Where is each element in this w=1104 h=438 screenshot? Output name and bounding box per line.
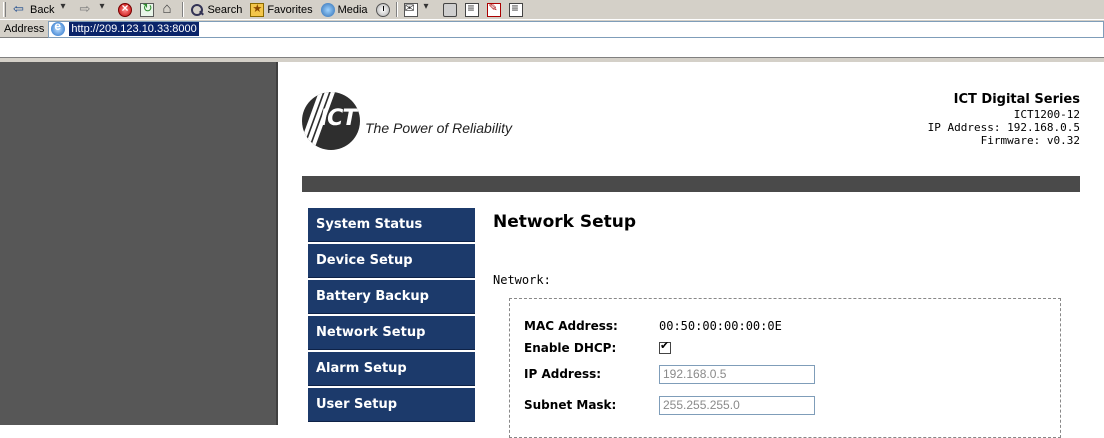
chevron-down-icon[interactable] [57,1,71,17]
subnet-label: Subnet Mask: [524,398,617,412]
discuss-icon [486,1,501,17]
side-nav: System Status Device Setup Battery Backu… [308,208,475,424]
page-title: Network Setup [493,212,637,232]
header-divider-bar [302,176,1080,192]
media-icon [320,2,335,17]
dhcp-label: Enable DHCP: [524,341,617,355]
nav-item-device-setup[interactable]: Device Setup [308,244,475,278]
ip-address-input[interactable]: 192.168.0.5 [659,364,815,384]
chevron-down-icon[interactable] [421,1,435,17]
search-button[interactable]: Search [186,1,246,18]
ip-label: IP Address: [524,367,602,381]
model-number: ICT1200-12 [1013,108,1080,121]
refresh-icon [140,1,155,17]
nav-item-network-setup[interactable]: Network Setup [308,316,475,350]
product-series: ICT Digital Series [953,92,1080,107]
address-label: Address [4,23,45,35]
mac-value: 00:50:00:00:00:0E [659,319,782,333]
address-input[interactable]: http://209.123.10.33:8000 [48,19,1104,38]
media-button[interactable]: Media [317,1,372,18]
logo-text: ICT [320,106,357,131]
firmware-version: Firmware: v0.32 [980,134,1080,147]
favorites-icon [250,2,265,17]
history-button[interactable] [372,1,394,18]
left-frame [0,62,278,425]
dhcp-row: Enable DHCP: [524,337,671,359]
toolbar-grip[interactable] [3,2,6,17]
print-icon [442,2,457,17]
stop-button[interactable] [114,1,136,18]
mac-label: MAC Address: [524,319,618,333]
print-button[interactable] [439,1,461,18]
ip-row: IP Address: 192.168.0.5 [524,363,815,385]
browser-toolbar: Back Search Favorites Media [0,0,1104,38]
media-label: Media [337,3,368,16]
back-label: Back [30,3,55,16]
chevron-down-icon[interactable] [96,1,110,17]
standard-buttons-bar: Back Search Favorites Media [0,0,1104,19]
mail-icon [403,1,418,17]
toolbar-separator [395,2,398,17]
device-ip: IP Address: 192.168.0.5 [927,121,1080,134]
forward-button[interactable] [75,1,114,18]
page-content: ICT The Power of Reliability ICT Digital… [280,62,1104,438]
device-info: ICT Digital Series ICT1200-12 IP Address… [928,92,1080,147]
messenger-icon [508,1,523,17]
nav-item-battery-backup[interactable]: Battery Backup [308,280,475,314]
network-fieldset: MAC Address: 00:50:00:00:00:0E Enable DH… [509,298,1061,438]
section-label-network: Network: [493,273,551,287]
address-url[interactable]: http://209.123.10.33:8000 [69,22,199,36]
favorites-label: Favorites [267,3,313,16]
back-arrow-icon [13,1,27,17]
nav-item-alarm-setup[interactable]: Alarm Setup [308,352,475,386]
tagline: The Power of Reliability [365,120,513,136]
refresh-button[interactable] [136,1,158,18]
home-button[interactable] [158,0,180,18]
back-button[interactable]: Back [9,1,75,18]
history-icon [375,2,390,17]
ict-logo: ICT [302,92,360,150]
edit-icon [464,1,479,17]
nav-item-system-status[interactable]: System Status [308,208,475,242]
mac-row: MAC Address: 00:50:00:00:00:0E [524,315,782,337]
search-icon [190,3,204,17]
search-label: Search [207,3,243,16]
ie-page-icon [51,19,66,36]
address-bar: Address http://209.123.10.33:8000 [0,19,1104,38]
edit-button[interactable] [461,1,483,18]
mail-button[interactable] [400,1,439,18]
discuss-button[interactable] [483,1,505,18]
subnet-row: Subnet Mask: 255.255.255.0 [524,394,815,416]
messenger-button[interactable] [505,1,527,18]
stop-icon [118,1,133,17]
home-icon [162,0,176,17]
favorites-button[interactable]: Favorites [246,1,316,18]
forward-arrow-icon [79,1,93,17]
toolbar-separator [182,2,185,17]
nav-item-user-setup[interactable]: User Setup [308,388,475,422]
subnet-mask-input[interactable]: 255.255.255.0 [659,395,815,415]
dhcp-checkbox[interactable] [659,339,671,354]
